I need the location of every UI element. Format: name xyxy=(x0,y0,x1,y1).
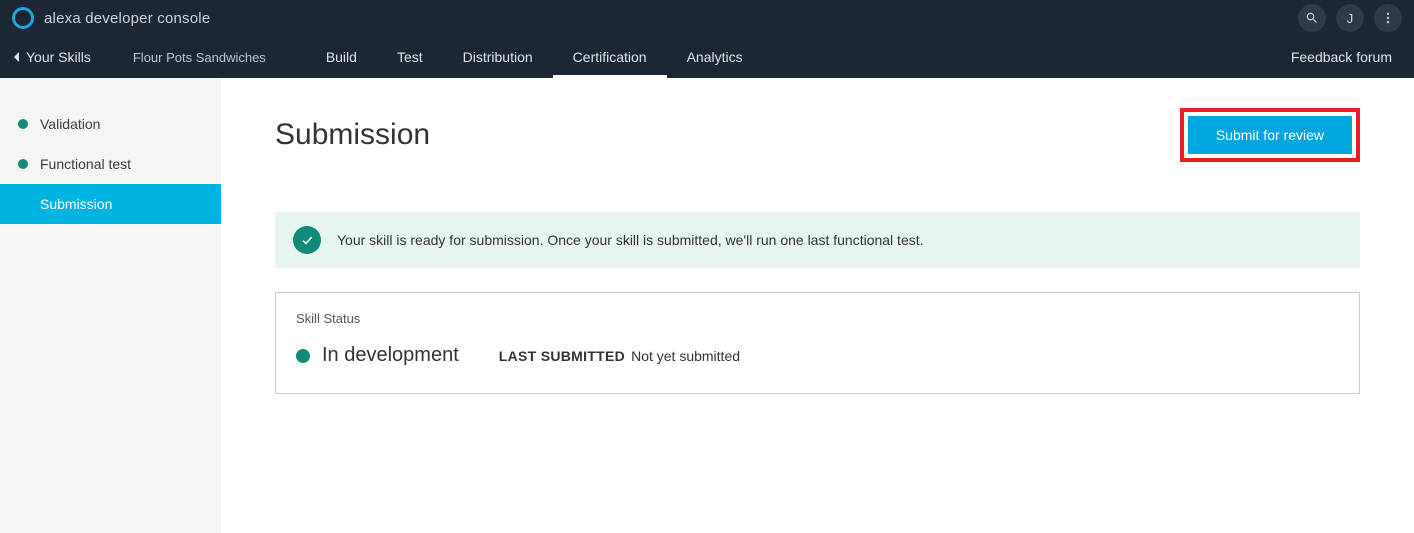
sidebar-item-label: Functional test xyxy=(40,156,131,172)
tab-build[interactable]: Build xyxy=(306,36,377,78)
skill-status-label: Skill Status xyxy=(296,311,1339,326)
sidebar-item-label: Validation xyxy=(40,116,100,132)
check-circle-icon xyxy=(293,226,321,254)
skill-name-link[interactable]: Flour Pots Sandwiches xyxy=(133,50,266,65)
main-content: Submission Submit for review Your skill … xyxy=(221,78,1414,533)
search-icon xyxy=(1305,11,1319,25)
submit-highlight-box: Submit for review xyxy=(1180,108,1360,162)
status-value: In development xyxy=(322,344,459,367)
sidebar-item-validation[interactable]: Validation xyxy=(0,104,221,144)
search-button[interactable] xyxy=(1298,4,1326,32)
last-submitted-value: Not yet submitted xyxy=(631,348,740,364)
feedback-forum-link[interactable]: Feedback forum xyxy=(1291,49,1402,65)
app-title: alexa developer console xyxy=(44,10,210,27)
back-label: Your Skills xyxy=(26,49,91,65)
sidebar-item-label: Submission xyxy=(40,196,112,212)
tab-test[interactable]: Test xyxy=(377,36,443,78)
ready-alert: Your skill is ready for submission. Once… xyxy=(275,212,1360,268)
status-dot-icon xyxy=(18,159,28,169)
more-vert-icon xyxy=(1381,11,1395,25)
sidebar-item-submission[interactable]: Submission xyxy=(0,184,221,224)
skill-status-card: Skill Status In development LAST SUBMITT… xyxy=(275,292,1360,394)
nav-tabs: BuildTestDistributionCertificationAnalyt… xyxy=(306,36,763,78)
chevron-left-icon xyxy=(12,51,20,63)
status-dot-icon xyxy=(296,349,310,363)
page-title: Submission xyxy=(275,118,430,152)
status-dot-icon xyxy=(18,119,28,129)
tab-certification[interactable]: Certification xyxy=(553,36,667,78)
alert-text: Your skill is ready for submission. Once… xyxy=(337,232,924,248)
last-submitted: LAST SUBMITTED Not yet submitted xyxy=(499,348,740,364)
tab-analytics[interactable]: Analytics xyxy=(667,36,763,78)
top-bar: alexa developer console J xyxy=(0,0,1414,36)
last-submitted-label: LAST SUBMITTED xyxy=(499,348,625,364)
alexa-logo-icon xyxy=(12,7,34,29)
submit-for-review-button[interactable]: Submit for review xyxy=(1188,116,1352,154)
more-menu-button[interactable] xyxy=(1374,4,1402,32)
tab-distribution[interactable]: Distribution xyxy=(443,36,553,78)
nav-bar: Your Skills Flour Pots Sandwiches BuildT… xyxy=(0,36,1414,78)
sidebar-item-functional-test[interactable]: Functional test xyxy=(0,144,221,184)
sidebar: Validation Functional test Submission xyxy=(0,78,221,533)
avatar-initial: J xyxy=(1347,11,1354,26)
back-to-skills-link[interactable]: Your Skills xyxy=(12,49,91,65)
avatar-button[interactable]: J xyxy=(1336,4,1364,32)
